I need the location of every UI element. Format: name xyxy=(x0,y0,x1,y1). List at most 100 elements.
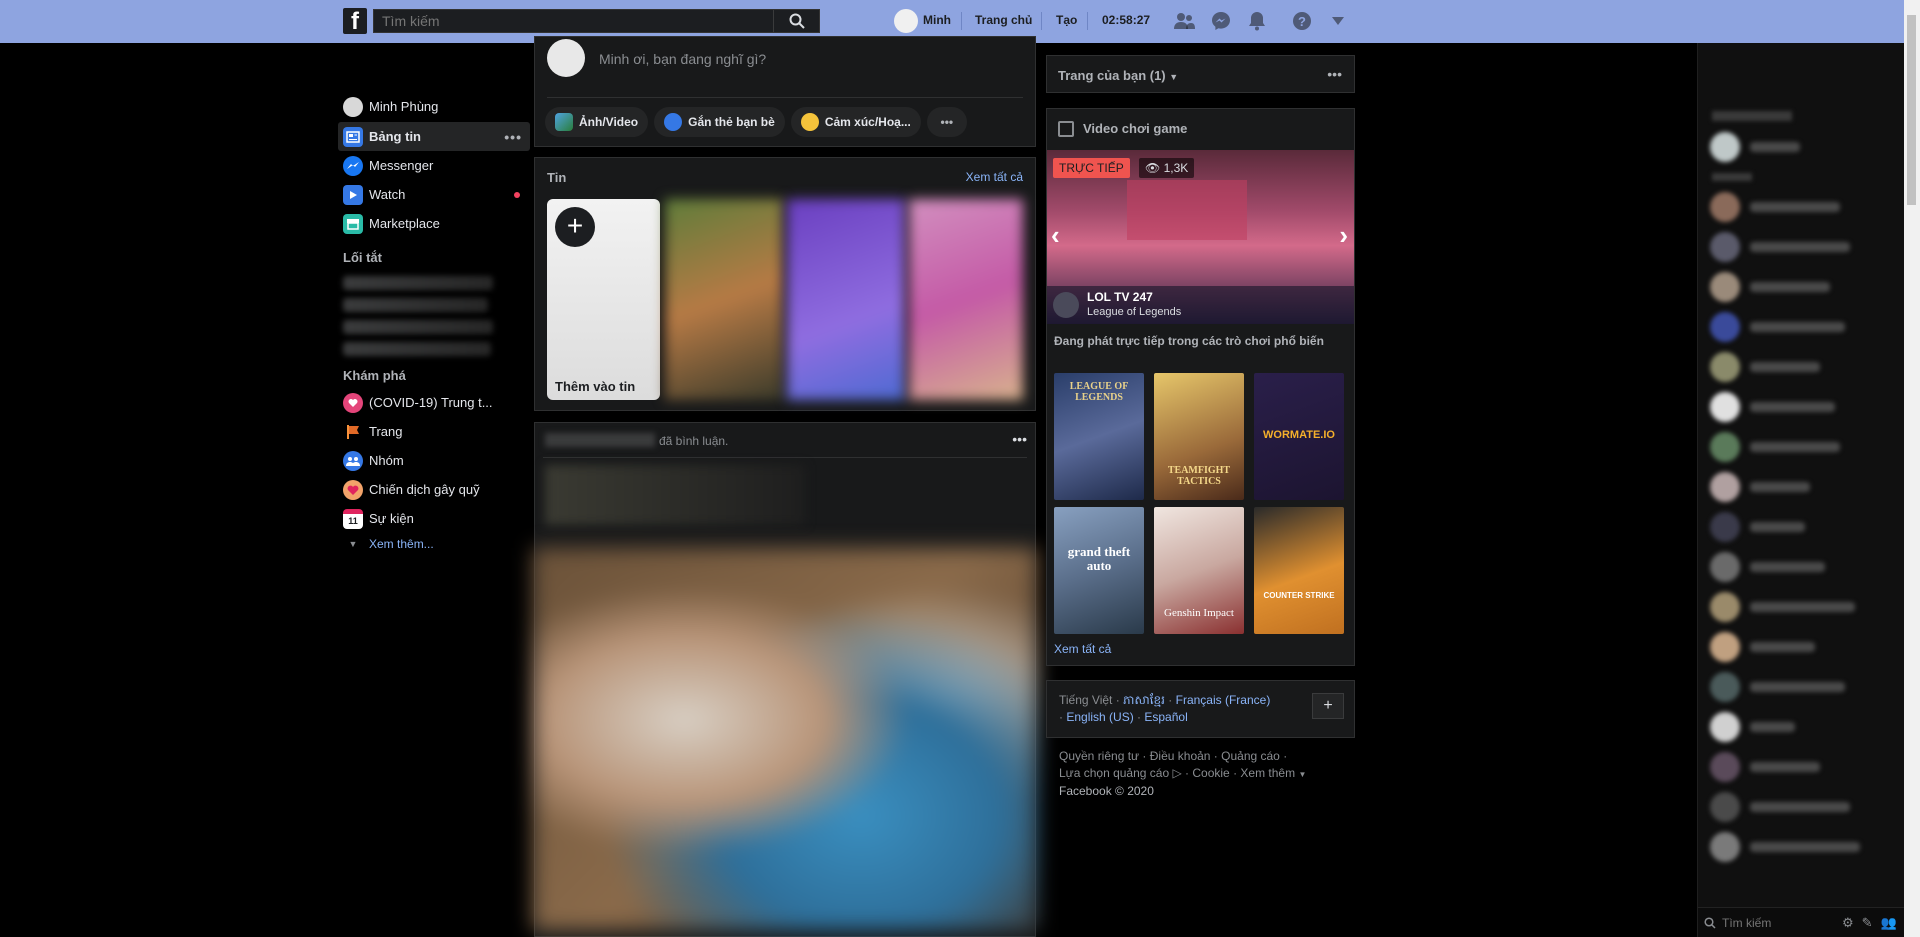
eye-icon: 👁 xyxy=(1145,161,1161,175)
account-menu-chevron-icon[interactable] xyxy=(1327,10,1349,32)
chat-contact[interactable] xyxy=(1698,427,1904,467)
chat-contact[interactable] xyxy=(1698,387,1904,427)
next-arrow-icon[interactable]: › xyxy=(1339,220,1348,251)
games-see-all-link[interactable]: Xem tất cả xyxy=(1054,642,1111,656)
sidebar-item-events[interactable]: 11 Sự kiện xyxy=(338,504,530,533)
gear-icon[interactable]: ⚙ xyxy=(1842,915,1854,931)
chip-label: Gắn thẻ bạn bè xyxy=(688,115,775,129)
messenger-icon[interactable] xyxy=(1210,10,1232,32)
profile-avatar[interactable] xyxy=(894,9,918,33)
live-stream-preview[interactable]: TRỰC TIẾP 👁 1,3K ‹ › LOL TV 247 League o… xyxy=(1047,150,1354,324)
language-option[interactable]: Español xyxy=(1144,710,1187,724)
chat-contact[interactable] xyxy=(1698,227,1904,267)
game-tile-gta-v[interactable]: grand theft auto xyxy=(1054,507,1144,634)
divider xyxy=(961,12,962,30)
chat-contact[interactable] xyxy=(1698,547,1904,587)
shortcut-item[interactable] xyxy=(343,320,493,334)
language-option[interactable]: Français (France) xyxy=(1176,693,1271,707)
footer-link[interactable]: Xem thêm xyxy=(1240,766,1295,780)
profile-link[interactable]: Minh xyxy=(923,13,951,27)
game-tile-teamfight-tactics[interactable]: TEAMFIGHT TACTICS xyxy=(1154,373,1244,500)
footer-link[interactable]: Quyền riêng tư xyxy=(1059,749,1139,763)
sidebar-item-news-feed[interactable]: Bảng tin ••• xyxy=(338,122,530,151)
composer-input[interactable]: Minh ơi, bạn đang nghĩ gì? xyxy=(599,51,766,67)
new-group-icon[interactable]: 👥 xyxy=(1881,915,1897,931)
photo-video-button[interactable]: Ảnh/Video xyxy=(545,107,649,137)
chat-contact[interactable] xyxy=(1698,127,1904,167)
sidebar-item-groups[interactable]: Nhóm xyxy=(338,446,530,475)
your-pages-dropdown[interactable]: Trang của bạn (1) ▼ xyxy=(1058,68,1178,83)
sidebar-item-fundraisers[interactable]: Chiến dịch gây quỹ xyxy=(338,475,530,504)
prev-arrow-icon[interactable]: ‹ xyxy=(1051,220,1060,251)
feed-post: đã bình luận. ••• xyxy=(533,422,1037,937)
more-options-icon[interactable]: ••• xyxy=(504,129,522,145)
avatar xyxy=(547,39,585,77)
chat-contact[interactable] xyxy=(1698,507,1904,547)
chat-section-heading xyxy=(1712,173,1752,181)
chat-contact[interactable] xyxy=(1698,187,1904,227)
chat-contact[interactable] xyxy=(1698,827,1904,867)
facebook-logo[interactable]: f xyxy=(343,8,367,34)
more-options-icon[interactable]: ••• xyxy=(1327,66,1342,82)
game-tile-wormate[interactable]: WORMATE.IO xyxy=(1254,373,1344,500)
more-actions-button[interactable]: ••• xyxy=(926,107,967,137)
sidebar-item-messenger[interactable]: Messenger xyxy=(338,151,530,180)
story-thumbnail[interactable] xyxy=(665,199,783,400)
photo-icon xyxy=(555,113,573,131)
tag-friends-button[interactable]: Gắn thẻ bạn bè xyxy=(654,107,785,137)
chat-contact[interactable] xyxy=(1698,467,1904,507)
add-language-button[interactable]: + xyxy=(1312,693,1344,719)
stories-see-all-link[interactable]: Xem tất cả xyxy=(966,170,1023,184)
chat-section-heading xyxy=(1712,111,1792,121)
story-thumbnail[interactable] xyxy=(909,199,1023,400)
chat-contact[interactable] xyxy=(1698,627,1904,667)
language-option[interactable]: ភាសាខ្មែរ xyxy=(1123,693,1165,707)
home-link[interactable]: Trang chủ xyxy=(975,13,1032,27)
game-tile-league-of-legends[interactable]: LEAGUE OF LEGENDS xyxy=(1054,373,1144,500)
chat-contact[interactable] xyxy=(1698,307,1904,347)
sidebar-item-covid[interactable]: (COVID-19) Trung t... xyxy=(338,388,530,417)
profile-shortcut[interactable]: Minh Phùng xyxy=(338,92,530,121)
footer-link[interactable]: Cookie xyxy=(1192,766,1229,780)
footer-link[interactable]: Lựa chọn quảng cáo xyxy=(1059,766,1169,780)
post-options-icon[interactable]: ••• xyxy=(1012,431,1027,447)
story-thumbnail[interactable] xyxy=(787,199,905,400)
chat-contact[interactable] xyxy=(1698,787,1904,827)
friend-requests-icon[interactable] xyxy=(1173,10,1195,32)
chat-contact[interactable] xyxy=(1698,587,1904,627)
blurred-author[interactable] xyxy=(545,433,655,447)
footer-link[interactable]: Quảng cáo xyxy=(1221,749,1280,763)
search-input[interactable] xyxy=(374,10,773,32)
game-tile-genshin-impact[interactable]: Genshin Impact xyxy=(1154,507,1244,634)
chat-search-input[interactable] xyxy=(1722,915,1822,930)
game-title: grand theft auto xyxy=(1067,544,1131,573)
see-more-link[interactable]: ▼ Xem thêm... xyxy=(338,533,530,555)
add-story-card[interactable]: + Thêm vào tin xyxy=(547,199,660,400)
activity-text: đã bình luận. xyxy=(659,434,729,448)
notifications-bell-icon[interactable] xyxy=(1246,10,1268,32)
scrollbar-thumb[interactable] xyxy=(1907,15,1916,205)
shortcut-item[interactable] xyxy=(343,276,493,290)
game-tile-counter-strike[interactable]: COUNTER STRIKE xyxy=(1254,507,1344,634)
chat-contact[interactable] xyxy=(1698,267,1904,307)
chat-contact[interactable] xyxy=(1698,347,1904,387)
help-icon[interactable]: ? xyxy=(1291,10,1313,32)
sidebar-item-watch[interactable]: Watch xyxy=(338,180,530,209)
post-image[interactable] xyxy=(533,548,1037,930)
feeling-activity-button[interactable]: Cảm xúc/Hoạ... xyxy=(790,107,921,137)
chat-contact[interactable] xyxy=(1698,707,1904,747)
sidebar-item-label: Nhóm xyxy=(369,453,404,468)
search-button[interactable] xyxy=(773,10,819,32)
footer-link[interactable]: Điều khoản xyxy=(1150,749,1211,763)
chat-contact[interactable] xyxy=(1698,747,1904,787)
shortcut-item[interactable] xyxy=(343,298,488,312)
search-icon xyxy=(789,13,805,29)
chat-contact[interactable] xyxy=(1698,667,1904,707)
compose-icon[interactable]: ✎ xyxy=(1862,915,1873,931)
shortcut-item[interactable] xyxy=(343,342,491,356)
sidebar-item-pages[interactable]: Trang xyxy=(338,417,530,446)
create-link[interactable]: Tạo xyxy=(1056,13,1077,27)
language-option[interactable]: English (US) xyxy=(1066,710,1133,724)
stream-name[interactable]: LOL TV 247 xyxy=(1087,290,1153,304)
sidebar-item-marketplace[interactable]: Marketplace xyxy=(338,209,530,238)
